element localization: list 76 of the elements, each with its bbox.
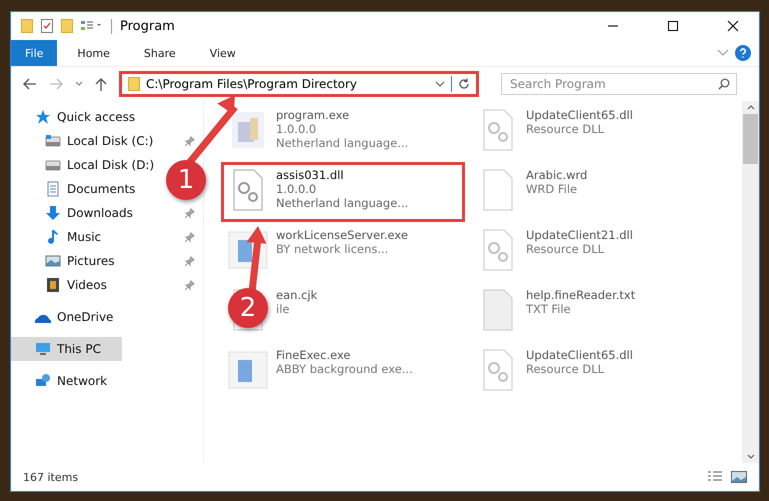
sidebar-item[interactable]: Downloads: [11, 201, 139, 225]
customize-icon[interactable]: [81, 20, 103, 32]
details-view-icon[interactable]: [707, 471, 723, 483]
pin-icon[interactable]: [185, 232, 195, 242]
up-icon[interactable]: [95, 77, 107, 91]
file-name: program.exe: [276, 108, 350, 122]
search-icon[interactable]: [718, 78, 730, 90]
music-note-icon: [45, 229, 61, 245]
scroll-thumb[interactable]: [743, 114, 758, 164]
dropdown-icon[interactable]: [435, 81, 445, 87]
large-icons-view-icon[interactable]: [731, 471, 747, 483]
picture-icon: [45, 253, 61, 269]
recent-dropdown-icon[interactable]: [75, 81, 83, 87]
file-detail: WRD File: [526, 182, 578, 196]
film-icon: [45, 277, 61, 293]
file-detail: BY network licens...: [276, 242, 390, 256]
pin-icon[interactable]: [185, 208, 195, 218]
file-detail: Resource DLL: [526, 362, 606, 376]
refresh-icon[interactable]: [458, 78, 470, 90]
scroll-up-icon[interactable]: [746, 105, 754, 110]
file-detail: Resource DLL: [526, 122, 606, 136]
file-detail: 1.0.0.0: [276, 122, 318, 136]
file-name: FineExec.exe: [276, 348, 352, 362]
sidebar-item[interactable]: Local Disk (D:): [11, 153, 160, 177]
file-name: assis031.dll: [276, 168, 345, 182]
file-name: UpdateClient21.dll: [526, 228, 633, 242]
file-detail: Netherland language...: [276, 196, 408, 210]
file-name: UpdateClient65.dll: [526, 108, 633, 122]
chevron-icon[interactable]: [717, 49, 729, 57]
sidebar-item[interactable]: Documents: [11, 177, 142, 201]
window-title: Program: [111, 18, 175, 34]
sidebar-item[interactable]: Quick access: [11, 105, 142, 129]
pin-icon[interactable]: [185, 256, 195, 266]
ribbon-tab[interactable]: View: [196, 40, 250, 66]
ribbon-tab[interactable]: File: [11, 40, 58, 66]
back-icon[interactable]: [23, 78, 37, 90]
file-name: ean.cjk: [276, 288, 318, 302]
file-name: help.fineReader.txt: [526, 288, 636, 302]
scroll-down-icon[interactable]: [746, 454, 754, 459]
ribbon-tab[interactable]: Share: [130, 40, 190, 66]
file-detail: 1.0.0.0: [276, 182, 318, 196]
file-detail: ABBY background exe...: [276, 362, 413, 376]
maximize-icon[interactable]: [667, 20, 679, 32]
sidebar-item[interactable]: Videos: [11, 273, 113, 297]
address-bar[interactable]: C:\Program Files\Program Directory: [119, 71, 479, 97]
file-name: Arabic.wrd: [526, 168, 588, 182]
file-name: UpdateClient65.dll: [526, 348, 633, 362]
drive-icon: [45, 133, 61, 149]
sidebar-item[interactable]: Network: [11, 369, 114, 393]
sidebar-item[interactable]: Local Disk (C:): [11, 129, 160, 153]
sidebar-item[interactable]: Music: [11, 225, 108, 249]
file-name: workLicenseServer.exe: [276, 228, 408, 242]
help-icon[interactable]: [735, 45, 751, 61]
close-icon[interactable]: [727, 20, 739, 32]
callout-arrow: [246, 226, 266, 292]
pin-icon[interactable]: [185, 136, 195, 146]
folder-icon: [128, 77, 140, 91]
monitor-icon: [35, 341, 51, 357]
file-detail: Netherland language...: [276, 136, 408, 150]
network-icon: [35, 373, 51, 389]
properties-icon[interactable]: [41, 19, 53, 33]
document-icon: [45, 181, 61, 197]
ribbon-tab[interactable]: Home: [63, 40, 124, 66]
star-icon: [35, 109, 51, 125]
sidebar-item[interactable]: Pictures: [11, 249, 121, 273]
file-detail: Resource DLL: [526, 242, 606, 256]
address-path: C:\Program Files\Program Directory: [146, 77, 358, 91]
sidebar-item[interactable]: OneDrive: [11, 305, 120, 329]
download-icon: [45, 205, 61, 221]
sidebar-item[interactable]: This PC: [11, 337, 122, 361]
item-count: 167 items: [23, 470, 78, 484]
pin-icon[interactable]: [185, 280, 195, 290]
file-detail: ile: [276, 302, 290, 316]
file-detail: TXT File: [526, 302, 572, 316]
scrollbar[interactable]: [742, 101, 759, 463]
search-field[interactable]: Search Program: [501, 73, 737, 95]
